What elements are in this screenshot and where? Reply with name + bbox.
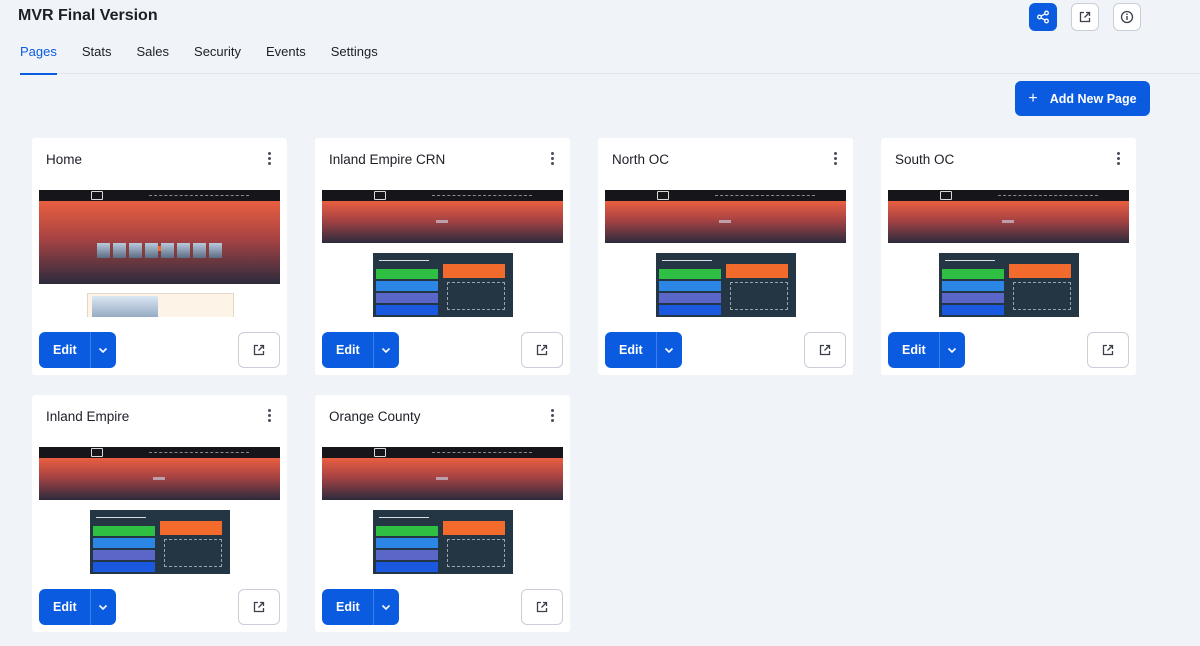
edit-button[interactable]: Edit [605,332,682,368]
edit-label: Edit [53,343,77,357]
add-new-page-label: Add New Page [1049,91,1137,106]
edit-divider [373,589,374,625]
page-card: Inland Empire CRN Edit [315,138,570,375]
page-card: Orange County Edit [315,395,570,632]
edit-divider [656,332,657,368]
page-card: South OC Edit [881,138,1136,375]
edit-divider [939,332,940,368]
edit-label: Edit [53,600,77,614]
page-thumbnail[interactable] [39,190,280,317]
more-options-icon[interactable] [265,152,273,166]
add-new-page-button[interactable]: + Add New Page [1015,81,1150,116]
more-options-icon[interactable] [265,409,273,423]
tab-pages[interactable]: Pages [20,44,57,75]
header-actions [1029,3,1141,31]
page-card-actions: Edit [888,332,1129,368]
edit-divider [90,589,91,625]
page-card-actions: Edit [322,332,563,368]
page-card-actions: Edit [39,332,280,368]
edit-button[interactable]: Edit [39,589,116,625]
edit-label: Edit [619,343,643,357]
edit-label: Edit [336,600,360,614]
page-thumbnail[interactable] [322,190,563,317]
chevron-down-icon[interactable] [946,344,958,356]
external-link-icon [253,601,265,613]
edit-divider [90,332,91,368]
plus-icon: + [1028,89,1038,107]
edit-button[interactable]: Edit [322,332,399,368]
tab-sales[interactable]: Sales [137,44,170,74]
page-card-title: North OC [612,152,670,167]
page-card-actions: Edit [39,589,280,625]
tab-settings[interactable]: Settings [331,44,378,74]
edit-button[interactable]: Edit [322,589,399,625]
page-card-title: Inland Empire [46,409,130,424]
external-link-icon [819,344,831,356]
info-button[interactable] [1113,3,1141,31]
edit-button[interactable]: Edit [888,332,965,368]
chevron-down-icon[interactable] [97,601,109,613]
page-card-title: Inland Empire CRN [329,152,446,167]
share-icon [1037,10,1049,24]
edit-label: Edit [902,343,926,357]
chevron-down-icon[interactable] [97,344,109,356]
more-options-icon[interactable] [1114,152,1122,166]
page-card: Inland Empire Edit [32,395,287,632]
page-card-actions: Edit [605,332,846,368]
chevron-down-icon[interactable] [380,601,392,613]
page-card: North OC Edit [598,138,853,375]
more-options-icon[interactable] [548,409,556,423]
external-link-icon [1079,11,1091,23]
page-title: MVR Final Version [18,7,158,24]
edit-label: Edit [336,343,360,357]
more-options-icon[interactable] [548,152,556,166]
open-page-button[interactable] [238,332,280,368]
open-page-button[interactable] [1087,332,1129,368]
open-page-button[interactable] [238,589,280,625]
chevron-down-icon[interactable] [663,344,675,356]
page-card-actions: Edit [322,589,563,625]
info-icon [1120,10,1134,24]
edit-button[interactable]: Edit [39,332,116,368]
tab-events[interactable]: Events [266,44,306,74]
page-card-title: South OC [895,152,955,167]
tab-security[interactable]: Security [194,44,241,74]
external-link-icon [1102,344,1114,356]
page-card-title: Orange County [329,409,421,424]
chevron-down-icon[interactable] [380,344,392,356]
page-card: Home Edit [32,138,287,375]
open-page-button[interactable] [521,589,563,625]
external-link-icon [536,601,548,613]
share-button[interactable] [1029,3,1057,31]
external-link-icon [536,344,548,356]
page-thumbnail[interactable] [39,447,280,574]
page-thumbnail[interactable] [322,447,563,574]
page-thumbnail[interactable] [888,190,1129,317]
tab-bar: Pages Stats Sales Security Events Settin… [20,44,1200,75]
open-page-button[interactable] [521,332,563,368]
open-page-button[interactable] [804,332,846,368]
page-card-title: Home [46,152,83,167]
edit-divider [373,332,374,368]
page-thumbnail[interactable] [605,190,846,317]
open-site-button[interactable] [1071,3,1099,31]
more-options-icon[interactable] [831,152,839,166]
external-link-icon [253,344,265,356]
tab-stats[interactable]: Stats [82,44,112,74]
